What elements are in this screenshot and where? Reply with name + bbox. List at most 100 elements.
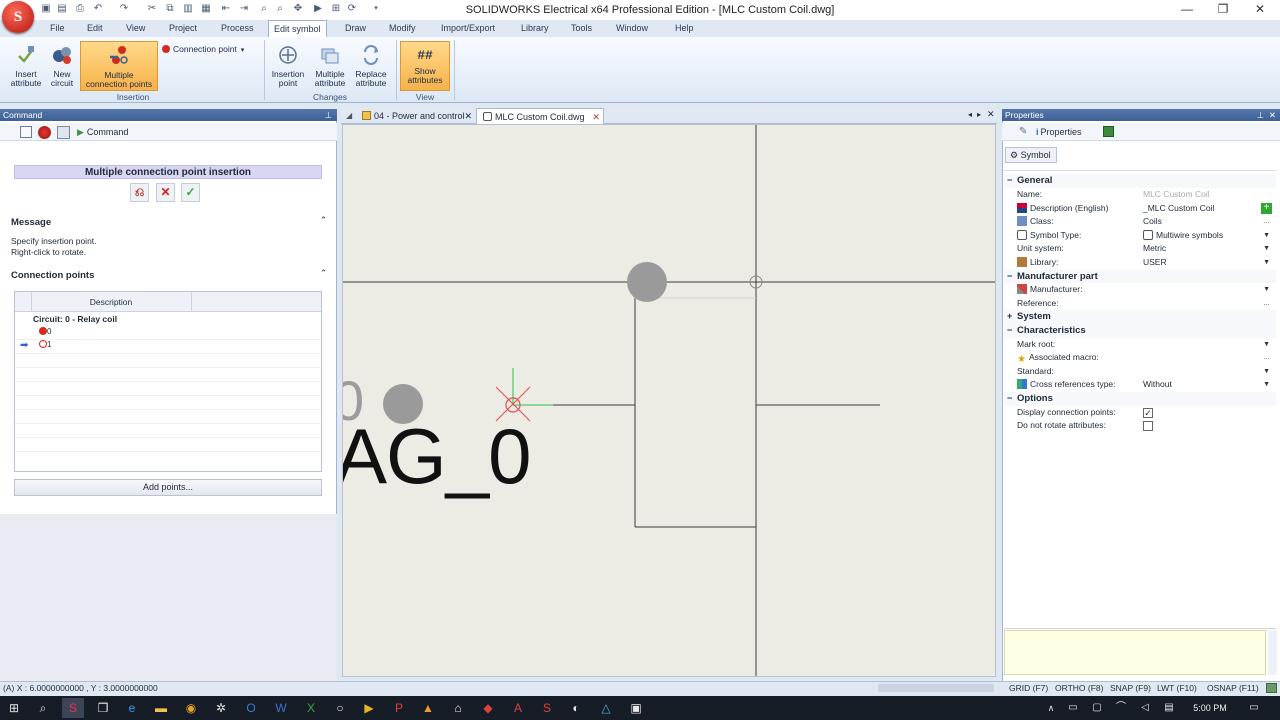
cancel-button[interactable]: ✕ xyxy=(156,183,175,202)
prop-row-mark-root[interactable]: Mark root: ▼ xyxy=(1004,338,1276,352)
command-tab[interactable]: ▶ Command xyxy=(77,125,128,139)
multiple-connection-points-button[interactable]: Multiple connection points xyxy=(80,41,158,91)
ellipsis-icon[interactable]: … xyxy=(1263,297,1270,311)
tab-mlc-custom-coil[interactable]: MLC Custom Coil.dwg ✕ xyxy=(476,108,604,124)
prop-row-symbol-type[interactable]: Symbol Type: Multiwire symbols ▼ xyxy=(1004,229,1276,243)
add-points-button[interactable]: Add points... xyxy=(14,479,322,496)
replace-attribute-button[interactable]: Replace attribute xyxy=(352,41,390,91)
chevron-down-icon[interactable]: ▼ xyxy=(1263,256,1270,270)
task-view-icon[interactable]: ❐ xyxy=(92,698,114,718)
app-icon[interactable]: ◆ xyxy=(477,698,499,718)
command-tool-icon[interactable] xyxy=(38,126,51,139)
menu-edit-symbol[interactable]: Edit symbol xyxy=(268,20,327,37)
collapse-toggle-icon[interactable]: − xyxy=(1007,270,1012,284)
camera-icon[interactable]: ⌂ xyxy=(447,698,469,718)
no-rotate-checkbox[interactable] xyxy=(1143,421,1153,432)
prop-row-unit-system[interactable]: Unit system: Metric ▼ xyxy=(1004,242,1276,256)
category-options[interactable]: − Options xyxy=(1004,392,1276,406)
notifications-icon[interactable]: ▭ xyxy=(1243,698,1265,718)
osnap-toggle[interactable]: OSNAP (F11) xyxy=(1207,681,1259,695)
display-cp-checkbox[interactable]: ✓ xyxy=(1143,407,1153,418)
notes-icon[interactable]: ▶ xyxy=(358,698,380,718)
insert-attribute-button[interactable]: Insert attribute xyxy=(6,41,46,91)
circuit-row[interactable]: Circuit: 0 - Relay coil xyxy=(33,314,117,324)
app-icon[interactable]: ▣ xyxy=(625,698,647,718)
prop-row-standard[interactable]: Standard: ▼ xyxy=(1004,365,1276,379)
excel-icon[interactable]: X xyxy=(300,698,322,718)
command-tool-icon[interactable] xyxy=(57,126,70,139)
tab-scroll-left-icon[interactable]: ◂ xyxy=(968,110,972,119)
menu-draw[interactable]: Draw xyxy=(340,20,371,37)
category-system[interactable]: + System xyxy=(1004,310,1276,324)
clipboard-icon[interactable]: ▦ xyxy=(200,3,212,15)
solidworks-icon[interactable]: S xyxy=(536,698,558,718)
tray-keyboard-icon[interactable]: ▤ xyxy=(1158,698,1180,718)
zoom-icon[interactable]: ⌕ xyxy=(274,3,286,15)
close-icon[interactable]: ✕ xyxy=(1269,109,1276,121)
align-right-icon[interactable]: ⇥ xyxy=(238,3,250,15)
minimize-icon[interactable]: — xyxy=(1172,1,1202,18)
menu-help[interactable]: Help xyxy=(670,20,699,37)
status-settings-icon[interactable] xyxy=(1266,683,1277,693)
pin-icon[interactable]: ⊥ xyxy=(325,109,332,121)
chevron-down-icon[interactable]: ▼ xyxy=(1263,283,1270,297)
tab-power-and-control[interactable]: 04 - Power and control ✕ xyxy=(356,108,474,124)
collapse-message-icon[interactable]: ⌃ xyxy=(318,215,329,226)
paste-icon[interactable]: ▥ xyxy=(182,3,194,15)
chevron-down-icon[interactable]: ▼ xyxy=(1263,365,1270,379)
redo-icon[interactable]: ↷ xyxy=(118,3,130,15)
chevron-down-icon[interactable]: ▼ xyxy=(1263,338,1270,352)
ellipsis-icon[interactable]: … xyxy=(1263,215,1270,229)
prop-row-manufacturer[interactable]: Manufacturer: ▼ xyxy=(1004,283,1276,297)
align-icon[interactable]: ⇤ xyxy=(220,3,232,15)
connection-point-dropdown[interactable]: Connection point ▾ xyxy=(162,43,262,55)
zoom-window-icon[interactable]: ⌕ xyxy=(258,3,270,15)
tray-network-icon[interactable]: ⌒ xyxy=(1110,698,1132,718)
tab-scroll-right-icon[interactable]: ▸ xyxy=(977,110,981,119)
ortho-toggle[interactable]: ORTHO (F8) xyxy=(1055,681,1103,695)
snap-toggle[interactable]: SNAP (F9) xyxy=(1110,681,1151,695)
collapse-toggle-icon[interactable]: − xyxy=(1007,324,1012,338)
symbol-tab[interactable]: ⚙ Symbol xyxy=(1005,147,1057,163)
prop-row-class[interactable]: Class: Coils… xyxy=(1004,215,1276,229)
app-icon[interactable]: △ xyxy=(595,698,617,718)
chevron-down-icon[interactable]: ▼ xyxy=(1263,229,1270,243)
menu-tools[interactable]: Tools xyxy=(566,20,597,37)
point-row-0[interactable]: 0 xyxy=(39,327,191,339)
settings-icon[interactable]: ✲ xyxy=(210,698,232,718)
chrome-icon[interactable]: ◉ xyxy=(180,698,202,718)
new-circuit-button[interactable]: New circuit xyxy=(46,41,78,91)
chevron-down-icon[interactable]: ▼ xyxy=(1263,378,1270,392)
app-logo[interactable]: S xyxy=(2,1,34,33)
undo-point-button[interactable]: ⎌ xyxy=(130,183,149,202)
prop-row-description[interactable]: Description (English) _MLC Custom Coil + xyxy=(1004,202,1276,216)
chevron-down-icon[interactable]: ▼ xyxy=(1263,242,1270,256)
properties-tab[interactable]: i Properties xyxy=(1036,125,1082,139)
prop-row-cross-references[interactable]: Cross references type: Without ▼ xyxy=(1004,378,1276,392)
copy-icon[interactable]: ⧉ xyxy=(164,3,176,15)
powerpoint-icon[interactable]: P xyxy=(388,698,410,718)
tray-volume-icon[interactable]: ◁ xyxy=(1134,698,1156,718)
ellipsis-icon[interactable]: … xyxy=(1263,351,1270,365)
command-tool-icon[interactable] xyxy=(20,126,32,138)
menu-process[interactable]: Process xyxy=(216,20,259,37)
collapse-connection-points-icon[interactable]: ⌃ xyxy=(318,268,329,279)
tab-close-all-icon[interactable]: ✕ xyxy=(987,109,995,120)
regen-icon[interactable]: ⟳ xyxy=(346,3,358,15)
tab-list-icon[interactable]: ◢ xyxy=(346,111,352,120)
insertion-point-button[interactable]: Insertion point xyxy=(268,41,308,91)
menu-edit[interactable]: Edit xyxy=(82,20,108,37)
add-translation-icon[interactable]: + xyxy=(1261,202,1272,214)
word-icon[interactable]: W xyxy=(270,698,292,718)
undo-icon[interactable]: ↶ xyxy=(92,3,104,15)
menu-view[interactable]: View xyxy=(121,20,150,37)
clock[interactable]: 5:00 PM xyxy=(1185,698,1235,718)
tab-close-icon[interactable]: ✕ xyxy=(592,109,600,125)
menu-project[interactable]: Project xyxy=(164,20,202,37)
app-icon[interactable]: ◐ xyxy=(565,698,587,718)
category-manufacturer-part[interactable]: − Manufacturer part xyxy=(1004,269,1276,284)
tray-display-icon[interactable]: ▢ xyxy=(1086,698,1108,718)
expand-toggle-icon[interactable]: + xyxy=(1007,310,1012,324)
cortana-icon[interactable]: ○ xyxy=(329,698,351,718)
search-icon[interactable]: ⌕ xyxy=(32,698,54,718)
